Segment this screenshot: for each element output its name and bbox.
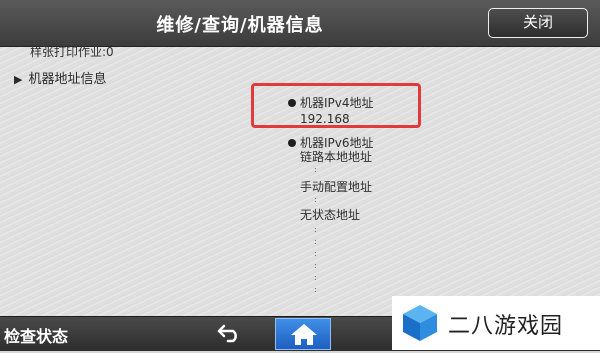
stateless-value-2: : — [314, 237, 317, 246]
home-button[interactable] — [275, 318, 331, 350]
section-label: 机器地址信息 — [28, 72, 107, 87]
manual-config-value: : — [314, 195, 317, 204]
back-button[interactable] — [216, 320, 244, 344]
page-title: 维修/查询/机器信息 — [156, 15, 324, 36]
watermark-text: 二八游戏园 — [448, 314, 564, 339]
title-bar: 维修/查询/机器信息 关闭 — [0, 0, 600, 47]
stateless-value-5: : — [314, 273, 317, 282]
stateless-value-3: : — [314, 249, 317, 258]
stateless-value-6: : — [314, 285, 317, 294]
bullet-icon — [288, 139, 296, 147]
link-local-label: 链路本地地址 — [300, 150, 373, 164]
ipv6-label: 机器IPv6地址 — [300, 136, 374, 150]
stateless-label: 无状态地址 — [300, 208, 361, 222]
stateless-value-4: : — [314, 261, 317, 270]
home-icon — [291, 324, 317, 345]
machine-address-info-toggle[interactable]: ▶ 机器地址信息 — [14, 68, 106, 87]
cube-logo-icon — [403, 305, 437, 341]
stateless-value-1: : — [314, 225, 317, 234]
link-local-value: : — [314, 165, 317, 174]
watermark-overlay: 二八游戏园 — [392, 296, 600, 350]
bullet-icon — [288, 99, 296, 107]
manual-config-label: 手动配置地址 — [300, 180, 373, 194]
sample-print-jobs-row: 样张打印作业:0 — [30, 45, 114, 59]
check-status-button[interactable]: 检查状态 — [4, 323, 68, 347]
triangle-right-icon: ▶ — [14, 73, 23, 86]
back-arrow-icon — [217, 324, 237, 343]
ipv4-value: 192.168 — [300, 112, 350, 126]
screen: 维修/查询/机器信息 关闭 样张打印作业:0 ▶ 机器地址信息 机器IPv4地址 … — [0, 0, 600, 351]
ipv4-label: 机器IPv4地址 — [300, 96, 374, 110]
close-button[interactable]: 关闭 — [488, 8, 588, 38]
